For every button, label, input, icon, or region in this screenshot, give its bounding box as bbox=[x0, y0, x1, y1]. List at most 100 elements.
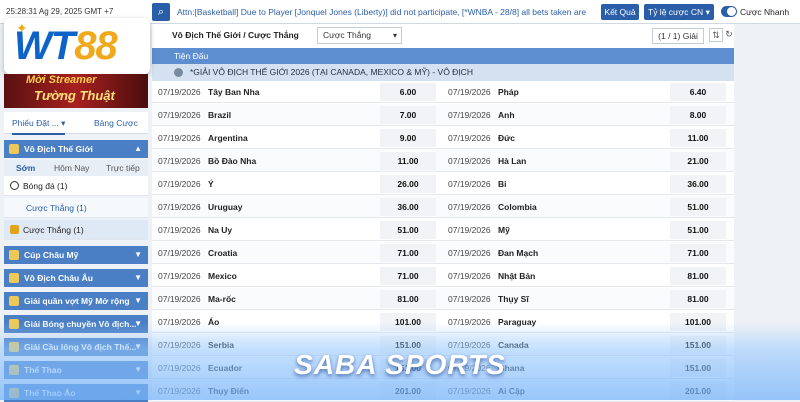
chevron-down-icon: ▼ bbox=[134, 250, 142, 259]
chevron-up-icon: ▲ bbox=[134, 144, 142, 153]
team-name: Pháp bbox=[498, 87, 519, 97]
odds-button[interactable]: 36.00 bbox=[380, 198, 436, 216]
refresh-icon[interactable]: ↻ bbox=[724, 28, 734, 42]
event-date: 07/19/2026 bbox=[448, 248, 491, 258]
odds-type-value: Tỷ lệ cược CN bbox=[648, 7, 704, 17]
logo-text-88: 88 bbox=[74, 24, 117, 68]
odds-button[interactable]: 81.00 bbox=[670, 267, 726, 285]
sidebar-section[interactable]: Giải quần vợt Mỹ Mở rộng ▼ bbox=[4, 292, 148, 310]
tab-today[interactable]: Hôm Nay bbox=[54, 163, 89, 173]
clock: 25:28:31 Ag 29, 2025 GMT +7 bbox=[6, 7, 114, 16]
event-date: 07/19/2026 bbox=[158, 202, 201, 212]
tab-early[interactable]: Sớm bbox=[16, 163, 35, 173]
sport-count: (1) bbox=[57, 181, 68, 191]
tab-bet-list[interactable]: Bảng Cược bbox=[94, 118, 138, 128]
tab-bet-slip[interactable]: Phiếu Đặt ... ▾ bbox=[12, 118, 66, 135]
team-name: Ma-rốc bbox=[208, 294, 236, 304]
team-name: Mỹ bbox=[498, 225, 510, 235]
event-date: 07/19/2026 bbox=[158, 248, 201, 258]
odds-button[interactable]: 7.00 bbox=[380, 106, 436, 124]
market-value: Cược Thắng bbox=[323, 30, 371, 40]
odds-button[interactable]: 71.00 bbox=[380, 267, 436, 285]
table-row: 07/19/2026 Ma-rốc 81.00 07/19/2026 Thụy Sĩ 81… bbox=[152, 288, 734, 310]
chevron-down-icon: ▾ bbox=[705, 7, 710, 17]
odds-button[interactable]: 9.00 bbox=[380, 129, 436, 147]
market-select[interactable]: Cược Thắng ▾ bbox=[317, 27, 402, 44]
team-name: Argentina bbox=[208, 133, 248, 143]
event-date: 07/19/2026 bbox=[448, 225, 491, 235]
sidebar-section-world-cup[interactable]: Vô Địch Thế Giới ▲ bbox=[4, 140, 148, 158]
event-date: 07/19/2026 bbox=[158, 179, 201, 189]
odds-button[interactable]: 26.00 bbox=[380, 175, 436, 193]
odds-button[interactable]: 71.00 bbox=[380, 244, 436, 262]
sidebar-section[interactable]: Cúp Châu Mỹ ▼ bbox=[4, 246, 148, 264]
event-date: 07/19/2026 bbox=[448, 294, 491, 304]
table-row: 07/19/2026 Brazil 7.00 07/19/2026 Anh 8.00 bbox=[152, 104, 734, 126]
team-name: Bỉ bbox=[498, 179, 507, 189]
tab-bet-slip-label: Phiếu Đặt ... bbox=[12, 118, 59, 128]
sort-icon[interactable]: ⇅ bbox=[709, 28, 723, 42]
market-outright[interactable]: Cược Thắng (1) bbox=[4, 198, 148, 218]
team-name: Thụy Sĩ bbox=[498, 294, 529, 304]
odds-button[interactable]: 81.00 bbox=[670, 290, 726, 308]
league-title: *GIẢI VÔ ĐỊCH THẾ GIỚI 2026 (TẠI CANADA,… bbox=[190, 67, 473, 77]
sidebar-section-label: Vô Địch Châu Âu bbox=[24, 273, 93, 283]
league-pager[interactable]: (1 / 1) Giải bbox=[652, 28, 704, 44]
odds-button[interactable]: 11.00 bbox=[380, 152, 436, 170]
odds-button[interactable]: 8.00 bbox=[670, 106, 726, 124]
team-name: Mexico bbox=[208, 271, 237, 281]
table-row: 07/19/2026 Uruguay 36.00 07/19/2026 Colombia… bbox=[152, 196, 734, 218]
odds-button[interactable]: 51.00 bbox=[670, 198, 726, 216]
sidebar-section-label: Vô Địch Thế Giới bbox=[24, 144, 93, 154]
odds-button[interactable]: 6.40 bbox=[670, 83, 726, 101]
event-date: 07/19/2026 bbox=[158, 110, 201, 120]
globe-icon bbox=[174, 68, 183, 77]
table-row: 07/19/2026 Tây Ban Nha 6.00 07/19/2026 Pháp 6… bbox=[152, 81, 734, 103]
news-ticker[interactable]: Attn:[Basketball] Due to Player [Jonquel… bbox=[177, 7, 597, 17]
results-button[interactable]: Kết Quả bbox=[601, 4, 639, 20]
promo-line-1: Mời Streamer bbox=[26, 74, 97, 86]
team-name: Anh bbox=[498, 110, 515, 120]
promo-banner[interactable]: Mời Streamer Tường Thuật bbox=[4, 74, 148, 108]
trophy-icon bbox=[10, 225, 19, 234]
event-date: 07/19/2026 bbox=[158, 271, 201, 281]
odds-type-select[interactable]: Tỷ lệ cược CN ▾ bbox=[644, 4, 714, 20]
table-row: 07/19/2026 Bồ Đào Nha 11.00 07/19/2026 Hà La… bbox=[152, 150, 734, 172]
section-header: Tiện Đấu bbox=[152, 48, 734, 64]
outright-winner[interactable]: Cược Thắng (1) bbox=[4, 220, 148, 240]
event-date: 07/19/2026 bbox=[448, 156, 491, 166]
sidebar-section[interactable]: Vô Địch Châu Âu ▼ bbox=[4, 269, 148, 287]
sidebar-section-label: Giải quần vợt Mỹ Mở rộng bbox=[24, 296, 130, 306]
event-date: 07/19/2026 bbox=[448, 87, 491, 97]
event-date: 07/19/2026 bbox=[158, 294, 201, 304]
team-name: Ý bbox=[208, 179, 214, 189]
search-icon[interactable]: ⌕ bbox=[152, 3, 170, 21]
sport-soccer[interactable]: Bóng đá (1) bbox=[4, 176, 148, 196]
table-row: 07/19/2026 Mexico 71.00 07/19/2026 Nhật Bản 8… bbox=[152, 265, 734, 287]
tab-live[interactable]: Trực tiếp bbox=[106, 163, 140, 173]
odds-button[interactable]: 36.00 bbox=[670, 175, 726, 193]
odds-button[interactable]: 51.00 bbox=[670, 221, 726, 239]
league-header[interactable]: *GIẢI VÔ ĐỊCH THẾ GIỚI 2026 (TẠI CANADA,… bbox=[152, 64, 734, 81]
team-name: Hà Lan bbox=[498, 156, 527, 166]
odds-button[interactable]: 71.00 bbox=[670, 244, 726, 262]
breadcrumb: Vô Địch Thế Giới / Cược Thắng bbox=[172, 30, 299, 40]
team-name: Na Uy bbox=[208, 225, 233, 235]
market-count: (1) bbox=[76, 203, 87, 213]
odds-button[interactable]: 51.00 bbox=[380, 221, 436, 239]
team-name: Colombia bbox=[498, 202, 537, 212]
soccer-ball-icon bbox=[10, 181, 19, 190]
event-date: 07/19/2026 bbox=[448, 271, 491, 281]
quick-bet-toggle[interactable] bbox=[721, 6, 737, 17]
odds-button[interactable]: 21.00 bbox=[670, 152, 726, 170]
brand-logo: ✦ WT88 bbox=[4, 18, 150, 74]
market-label: Cược Thắng bbox=[26, 203, 74, 213]
watermark-text: SABA SPORTS bbox=[294, 349, 506, 380]
chevron-down-icon: ▼ bbox=[134, 273, 142, 282]
odds-button[interactable]: 11.00 bbox=[670, 129, 726, 147]
logo-text: WT88 bbox=[14, 24, 118, 69]
odds-button[interactable]: 6.00 bbox=[380, 83, 436, 101]
team-name: Tây Ban Nha bbox=[208, 87, 260, 97]
event-date: 07/19/2026 bbox=[158, 133, 201, 143]
odds-button[interactable]: 81.00 bbox=[380, 290, 436, 308]
